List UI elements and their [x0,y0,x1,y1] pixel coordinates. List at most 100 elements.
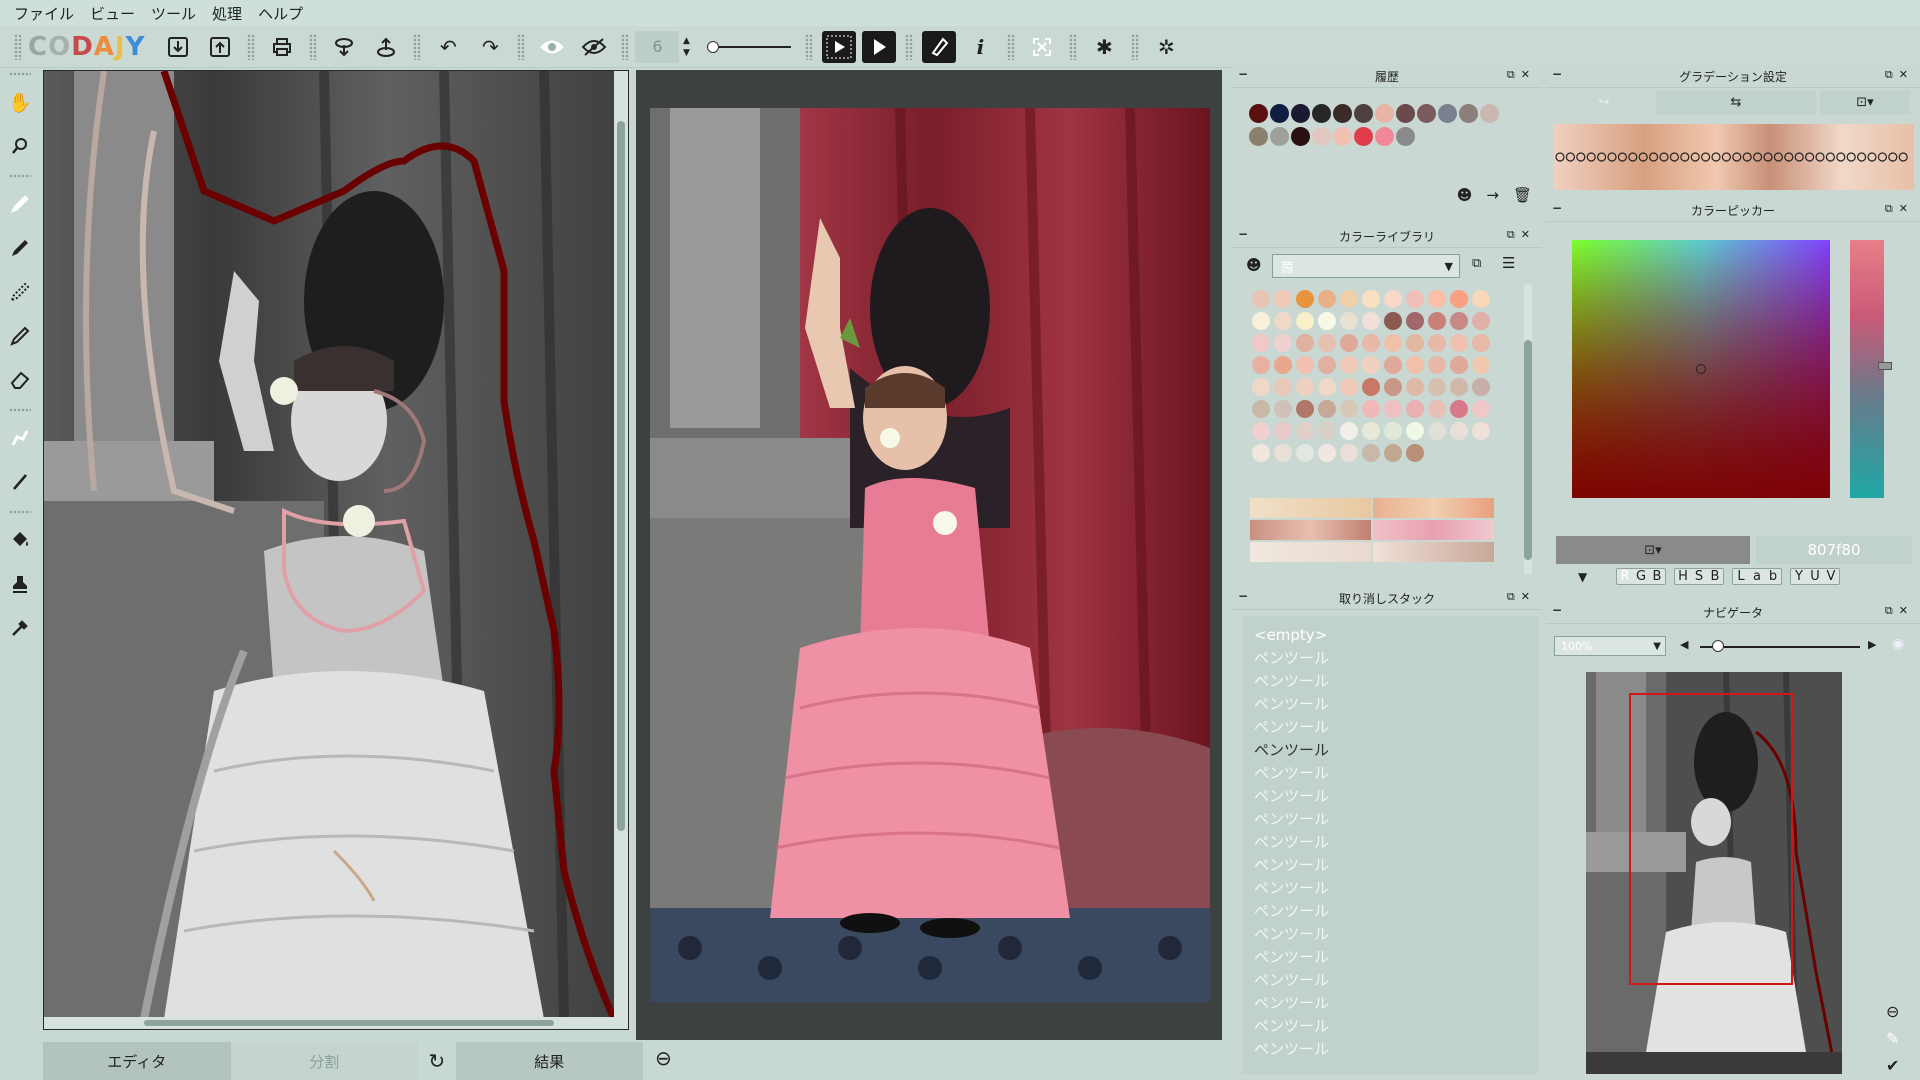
library-swatch[interactable] [1362,312,1380,330]
library-swatch[interactable] [1450,400,1468,418]
gradient-stop[interactable] [1898,152,1908,162]
eye-icon[interactable]: ◉ [1892,636,1904,652]
stamp-tool[interactable] [4,566,36,602]
minimize-icon[interactable]: − [1552,201,1562,215]
mode-rgb[interactable]: R G B [1616,568,1666,585]
library-swatch[interactable] [1274,356,1292,374]
gradient-stop[interactable] [1753,152,1763,162]
navigator-thumbnail[interactable] [1586,672,1842,1074]
history-swatch[interactable] [1459,104,1478,123]
tool-grip[interactable] [9,72,31,76]
pen-tool[interactable] [4,186,36,222]
gradient-stop[interactable] [1877,152,1887,162]
library-swatch[interactable] [1428,312,1446,330]
library-swatch[interactable] [1274,312,1292,330]
library-swatch[interactable] [1406,400,1424,418]
link-icon[interactable]: ⊖ [1886,1002,1899,1021]
gradient-stop[interactable] [1888,152,1898,162]
editor-vertical-scrollbar[interactable] [614,71,628,1029]
gradient-swatch[interactable] [1250,498,1371,518]
pen-mode-button[interactable] [922,30,957,63]
panel-controls[interactable]: ⧉✕ [1507,590,1536,604]
toolbar-grip[interactable] [247,33,256,60]
undo-item[interactable]: ペンツール [1254,670,1526,693]
library-swatch[interactable] [1296,444,1314,462]
library-swatch[interactable] [1318,378,1336,396]
library-swatch[interactable] [1362,444,1380,462]
smudge-tool[interactable] [4,420,36,456]
undo-item[interactable]: ペンツール [1254,762,1526,785]
gradient-stop[interactable] [1607,152,1617,162]
load-palette-button[interactable] [326,30,362,64]
library-scrollbar[interactable] [1524,284,1532,574]
library-swatch[interactable] [1274,378,1292,396]
gradient-stop[interactable] [1669,152,1680,162]
scroll-thumb[interactable] [617,121,625,831]
library-swatch[interactable] [1296,290,1314,308]
library-swatch[interactable] [1406,290,1424,308]
zoom-select[interactable]: 100% ▼ [1554,636,1666,656]
toolbar-grip[interactable] [1069,33,1078,60]
gradient-stop[interactable] [1836,152,1846,162]
history-swatch[interactable] [1333,104,1352,123]
gradient-swatch[interactable] [1250,520,1371,540]
panel-controls[interactable]: ⧉✕ [1885,68,1914,82]
play-hatched-button[interactable] [822,30,857,63]
undo-item[interactable]: ペンツール [1254,716,1526,739]
saturation-value-field[interactable] [1572,240,1830,498]
library-swatch[interactable] [1340,334,1358,352]
library-swatch[interactable] [1296,312,1314,330]
library-swatch[interactable] [1362,290,1380,308]
menu-process[interactable]: 処理 [206,1,248,26]
gradient-stop[interactable] [1555,152,1565,162]
undo-item[interactable]: ペンツール [1254,831,1526,854]
library-swatch[interactable] [1274,290,1292,308]
gradient-stop[interactable] [1711,152,1721,162]
redo-button[interactable]: ↷ [472,30,508,64]
library-swatch[interactable] [1450,334,1468,352]
zoom-in-icon[interactable]: ▶ [1868,638,1876,651]
eraser-tool[interactable] [4,362,36,398]
gradient-stop[interactable] [1742,152,1752,162]
library-swatch[interactable] [1450,290,1468,308]
library-swatch[interactable] [1384,312,1402,330]
minimize-icon[interactable]: − [1238,67,1248,81]
debug-button[interactable]: ✲ [1148,30,1184,64]
library-swatch[interactable] [1406,378,1424,396]
list-menu-icon[interactable]: ☰ [1502,254,1515,272]
library-swatch[interactable] [1252,356,1270,374]
gradient-stop[interactable] [1586,152,1596,162]
undo-item[interactable]: ペンツール [1254,877,1526,900]
gradient-stop[interactable] [1680,152,1690,162]
gradient-stop[interactable] [1659,152,1669,162]
library-swatch[interactable] [1318,334,1336,352]
fullscreen-button[interactable] [1024,30,1060,64]
refresh-icon[interactable]: ↻ [418,1042,456,1080]
undo-item[interactable]: <empty> [1254,624,1526,647]
gradient-stop[interactable] [1763,152,1773,162]
library-swatch[interactable] [1450,356,1468,374]
library-swatch[interactable] [1428,290,1446,308]
undo-item[interactable]: ペンツール [1254,1015,1526,1038]
undo-item[interactable]: ペンツール [1254,785,1526,808]
tab-result[interactable]: 結果 [455,1042,643,1080]
gradient-stop[interactable] [1596,152,1607,162]
toolbar-grip[interactable] [14,33,22,60]
zoom-slider-knob[interactable] [1712,640,1724,652]
gradient-stop[interactable] [1867,152,1877,162]
tool-grip[interactable] [9,174,31,178]
brush-tool[interactable] [4,230,36,266]
library-swatch[interactable] [1472,400,1490,418]
history-swatch[interactable] [1291,127,1310,146]
down-arrow-icon[interactable]: ▼ [683,47,690,59]
library-swatch[interactable] [1450,312,1468,330]
undo-item[interactable]: ペンツール [1254,969,1526,992]
minimize-icon[interactable]: − [1552,67,1562,81]
library-swatch[interactable] [1428,334,1446,352]
panel-controls[interactable]: ⧉✕ [1507,228,1536,242]
undo-item[interactable]: ペンツール [1254,946,1526,969]
gradient-swatch[interactable] [1373,498,1494,518]
gradient-swatch[interactable] [1373,520,1494,540]
history-swatch[interactable] [1354,127,1373,146]
gradient-stop[interactable] [1784,152,1794,162]
